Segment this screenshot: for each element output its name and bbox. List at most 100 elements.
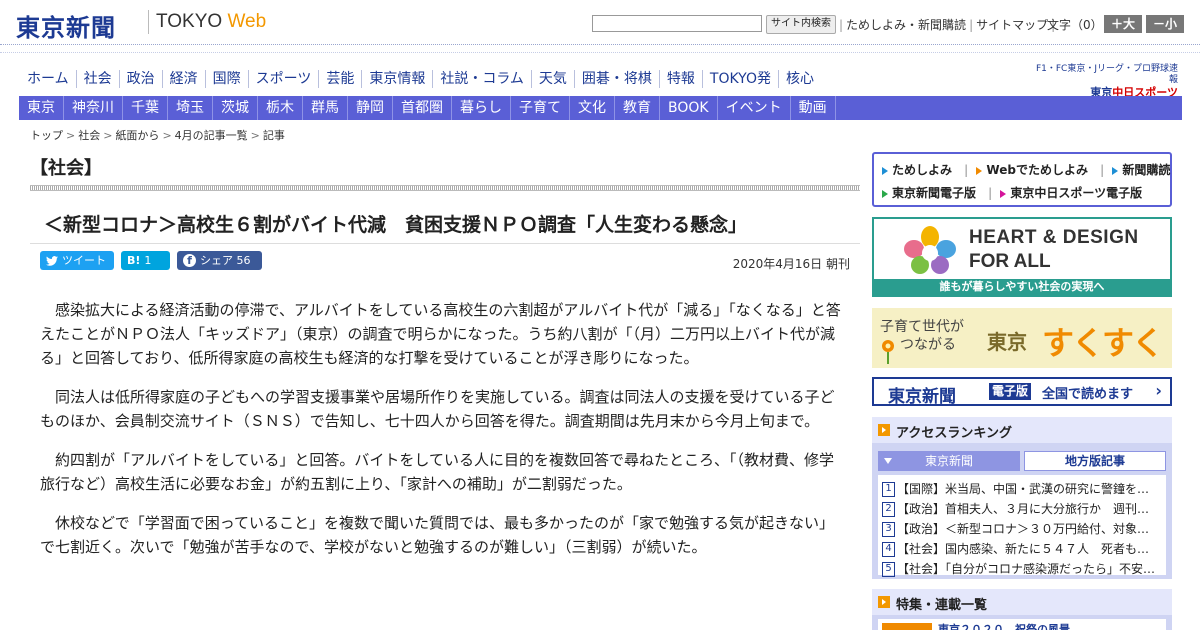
digital-edition-banner[interactable]: 東京新聞 電子版 全国で読めます › [872,377,1172,407]
main-nav-item[interactable]: 天気 [532,70,575,88]
breadcrumb: トップ > 社会 > 紙面から >4月の記事一覧 > 記事 [30,127,285,143]
subscribe-label: 新聞購読 [1122,163,1171,177]
main-nav-item[interactable]: 政治 [120,70,163,88]
trial-subscribe-link[interactable]: ためしよみ・新聞購読 [846,18,966,32]
ranking-header: アクセスランキング [872,417,1172,443]
feature-item[interactable]: 東京２０２０ 祝祭の風景 [878,619,1166,630]
ranking-item[interactable]: 1 【国際】米当局、中国・武漢の研究に警鐘を鳴らす [882,479,1160,499]
chunichi-digital-link[interactable]: 東京中日スポーツ電子版 [1000,186,1142,200]
breadcrumb-print[interactable]: 紙面から [115,129,159,142]
breadcrumb-april-list[interactable]: 4月の記事一覧 [175,129,248,142]
sitemap-link[interactable]: サイトマップ [976,18,1048,32]
main-nav-item[interactable]: 経済 [163,70,206,88]
chunichi-sports-link[interactable]: F1・FC東京・Jリーグ・プロ野球速報 東京中日スポーツ [1030,64,1178,100]
ranking-item-title: 【政治】＜新型コロナ＞３０万円給付、対象拡大を [897,522,1160,536]
web-trial-read-label: Webでためしよみ [986,163,1088,177]
regional-nav-item[interactable]: 子育て [511,96,570,120]
main-nav-item[interactable]: 国際 [206,70,249,88]
main-nav-item[interactable]: 囲碁・将棋 [575,70,660,88]
features-title: 特集・連載一覧 [896,598,988,613]
regional-nav-item[interactable]: イベント [718,96,791,120]
ranking-item[interactable]: 5 【社会】「自分がコロナ感染源だったら」不安広がる [882,559,1160,579]
subscribe-link[interactable]: 新聞購読 [1112,163,1170,177]
regional-nav-item[interactable]: 栃木 [258,96,303,120]
features-header: 特集・連載一覧 [872,589,1172,615]
breadcrumb-separator: > [250,129,260,142]
ranking-item[interactable]: 2 【政治】首相夫人、３月に大分旅行か 週刊誌報道 [882,499,1160,519]
ranking-title: アクセスランキング [896,426,1012,441]
tokyo-sukusuku-banner[interactable]: 子育て世代が つながる 東京 すくすく [872,308,1172,368]
facebook-share-label: シェア [200,254,233,267]
digital-edition-link[interactable]: 東京新聞電子版 [882,186,976,200]
regional-nav-item[interactable]: 暮らし [452,96,511,120]
breadcrumb-society[interactable]: 社会 [78,129,100,142]
breadcrumb-separator: > [162,129,172,142]
triangle-bullet-icon [976,166,983,175]
ranking-item[interactable]: 3 【政治】＜新型コロナ＞３０万円給付、対象拡大を [882,519,1160,539]
tokyo-web-logo[interactable]: TOKYO Web [156,11,266,33]
font-size-label: 文字（0） [1047,18,1103,32]
regional-nav-item[interactable]: 東京 [19,96,64,120]
eban-logo: 東京新聞 [888,387,956,407]
main-nav-item[interactable]: 社会 [77,70,120,88]
regional-nav-item[interactable]: 群馬 [303,96,348,120]
tab-local-edition[interactable]: 地方版記事 [1024,451,1166,471]
facebook-f-icon: f [183,254,196,267]
main-nav-item[interactable]: 社説・コラム [433,70,532,88]
regional-nav-item[interactable]: 文化 [570,96,615,120]
promo-row: 東京新聞電子版 | 東京中日スポーツ電子版 [882,184,1142,201]
site-header: 東京新聞 TOKYO Web サイト内検索 | ためしよみ・新聞購読 | サイトマップ… [0,0,1200,44]
regional-nav-item[interactable]: 茨城 [213,96,258,120]
trial-read-link[interactable]: ためしよみ [882,163,952,177]
font-smaller-button[interactable]: －小 [1146,15,1184,33]
facebook-share-button[interactable]: f シェア 56 [177,251,262,270]
triangle-bullet-icon [882,166,888,175]
regional-nav-item[interactable]: BOOK [660,96,718,120]
regional-nav-item[interactable]: 首都圏 [393,96,452,120]
rank-number: 1 [882,482,895,497]
hatena-bookmark-button[interactable]: B! 1 [121,251,170,270]
headline-divider [30,243,860,244]
digital-edition-label: 東京新聞電子版 [892,186,977,200]
triangle-bullet-icon [882,189,888,198]
main-nav-item[interactable]: 東京情報 [362,70,434,88]
flower-icon [882,340,894,364]
regional-nav-item[interactable]: 動画 [791,96,836,120]
web-trial-read-link[interactable]: Webでためしよみ [976,163,1088,177]
main-nav-item[interactable]: ホーム [20,70,77,88]
main-nav-item[interactable]: TOKYO発 [703,70,779,88]
font-larger-button[interactable]: ＋大 [1104,15,1142,33]
tweet-button[interactable]: ツイート [40,251,114,270]
regional-nav-item[interactable]: 教育 [615,96,660,120]
chunichi-digital-label: 東京中日スポーツ電子版 [1010,186,1143,200]
heart-design-title-1: HEART & DESIGN [969,227,1139,248]
main-nav-item[interactable]: 核心 [779,70,821,88]
heart-design-banner[interactable]: HEART & DESIGN FOR ALL 誰もが暮らしやすい社会の実現へ [872,217,1172,297]
main-nav-item[interactable]: 特報 [660,70,703,88]
ranking-item-title: 【政治】首相夫人、３月に大分旅行か 週刊誌報道 [897,502,1160,516]
breadcrumb-separator: > [66,129,76,142]
regional-nav-item[interactable]: 静岡 [348,96,393,120]
regional-nav-item[interactable]: 千葉 [123,96,168,120]
search-input[interactable] [592,15,762,32]
header-divider [0,52,1200,53]
site-logo[interactable]: 東京新聞 [16,8,116,43]
breadcrumb-top[interactable]: トップ [30,129,63,142]
header-links: | ためしよみ・新聞購読 | サイトマップ | [836,16,1058,33]
promo-separator: | [988,186,993,200]
promo-separator: | [964,163,969,177]
search-button[interactable]: サイト内検索 [766,15,836,34]
hatena-b-icon: B! [127,254,141,267]
main-nav-item[interactable]: 芸能 [319,70,363,88]
rank-number: 5 [882,562,895,577]
regional-nav-item[interactable]: 埼玉 [168,96,213,120]
main-nav-item[interactable]: スポーツ [249,70,320,88]
facebook-share-count: 56 [236,254,251,267]
tab-tokyo-shimbun[interactable]: 東京新聞 [878,451,1020,471]
ranking-item-title: 【国際】米当局、中国・武漢の研究に警鐘を鳴らす [897,482,1160,496]
sukusuku-tokyo: 東京 [987,330,1027,354]
article-date: 2020年4月16日 朝刊 [732,257,850,271]
ranking-item[interactable]: 4 【社会】国内感染、新たに５４７人 死者も増加 [882,539,1160,559]
promo-separator: | [1099,163,1105,177]
regional-nav-item[interactable]: 神奈川 [64,96,123,120]
